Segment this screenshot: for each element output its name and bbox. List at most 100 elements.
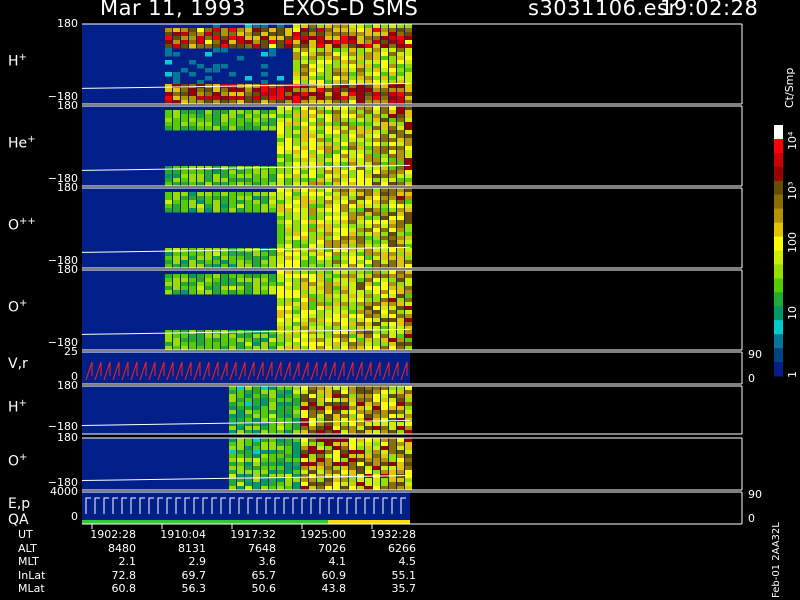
spectrogram-cell — [253, 442, 260, 447]
spectrogram-cell — [397, 330, 404, 335]
spectrogram-cell — [173, 334, 180, 339]
spectrogram-cell — [349, 322, 356, 327]
spectrogram-cell — [317, 68, 324, 73]
spectrogram-cell — [285, 462, 292, 467]
spectrogram-cell — [405, 88, 412, 93]
spectrogram-cell — [333, 232, 340, 237]
spectrogram-cell — [397, 334, 404, 339]
spectrogram-cell — [301, 260, 308, 265]
spectrogram-cell — [205, 282, 212, 287]
spectrogram-cell — [293, 196, 300, 201]
spectrogram-cell — [197, 204, 204, 209]
spectrogram-cell — [261, 40, 268, 45]
spectrogram-cell — [405, 330, 412, 335]
spectrogram-cell — [285, 426, 292, 431]
spectrogram-cell — [181, 84, 188, 89]
spectrogram-cell — [301, 188, 308, 193]
spectrogram-cell — [213, 92, 220, 97]
spectrogram-cell — [245, 110, 252, 115]
spectrogram-cell — [261, 122, 268, 127]
spectrogram-cell — [325, 36, 332, 41]
spectrogram-cell — [365, 290, 372, 295]
spectrogram-cell — [397, 88, 404, 93]
spectrogram-cell — [309, 478, 316, 483]
spectrogram-cell — [301, 342, 308, 347]
spectrogram-cell — [245, 208, 252, 213]
spectrogram-cell — [165, 28, 172, 33]
spectrogram-cell — [325, 134, 332, 139]
spectrogram-cell — [381, 438, 388, 443]
spectrogram-cell — [229, 96, 236, 101]
spectrogram-cell — [341, 92, 348, 97]
spectrogram-cell — [405, 118, 412, 123]
spectrogram-cell — [405, 438, 412, 443]
spectrogram-cell — [357, 60, 364, 65]
spectrogram-cell — [269, 418, 276, 423]
spectrogram-cell — [373, 84, 380, 89]
spectrogram-cell — [285, 458, 292, 463]
colorbar-swatch — [774, 278, 783, 293]
spectrogram-cell — [165, 48, 172, 53]
spectrogram-cell — [229, 462, 236, 467]
spectrogram-cell — [277, 310, 284, 315]
quality-flag-segment — [82, 520, 164, 524]
spectrogram-cell — [301, 146, 308, 151]
spectrogram-cell — [173, 84, 180, 89]
spectrogram-cell — [405, 178, 412, 183]
spectrogram-cell — [333, 236, 340, 241]
spectrogram-cell — [277, 106, 284, 111]
spectrogram-cell — [181, 118, 188, 123]
spectrogram-cell — [317, 154, 324, 159]
spectrogram-cell — [165, 282, 172, 287]
spectrogram-cell — [381, 260, 388, 265]
spectrogram-cell — [309, 232, 316, 237]
colorbar-tick-label: 10³ — [786, 181, 799, 200]
spectrogram-cell — [333, 96, 340, 101]
spectrogram-cell — [317, 192, 324, 197]
spectrogram-cell — [309, 394, 316, 399]
spectrogram-cell — [317, 40, 324, 45]
spectrogram-cell — [237, 446, 244, 451]
spectrogram-cell — [365, 252, 372, 257]
spectrogram-cell — [389, 338, 396, 343]
spectrogram-cell — [245, 40, 252, 45]
spectrogram-cell — [397, 220, 404, 225]
spectrogram-cell — [301, 402, 308, 407]
spectrogram-cell — [405, 208, 412, 213]
spectrogram-cell — [229, 40, 236, 45]
spectrogram-cell — [381, 446, 388, 451]
spectrogram-cell — [277, 24, 284, 29]
spectrogram-cell — [221, 28, 228, 33]
spectrogram-cell — [301, 458, 308, 463]
spectrogram-cell — [309, 52, 316, 57]
spectrogram-cell — [205, 40, 212, 45]
spectrogram-cell — [277, 286, 284, 291]
spectrogram-cell — [277, 318, 284, 323]
spectrogram-cell — [397, 446, 404, 451]
spectrogram-cell — [317, 178, 324, 183]
spectrogram-cell — [317, 482, 324, 487]
spectrogram-cell — [333, 188, 340, 193]
spectrogram-cell — [165, 52, 172, 57]
spectrogram-cell — [213, 40, 220, 45]
spectrogram-cell — [317, 470, 324, 475]
spectrogram-cell — [341, 314, 348, 319]
spectrogram-cell — [285, 138, 292, 143]
spectrogram-cell — [221, 88, 228, 93]
spectrogram-cell — [365, 228, 372, 233]
spectrogram-cell — [277, 130, 284, 135]
spectrogram-cell — [373, 166, 380, 171]
spectrogram-cell — [237, 470, 244, 475]
spectrogram-cell — [237, 44, 244, 49]
spectrogram-cell — [357, 106, 364, 111]
spectrogram-cell — [397, 402, 404, 407]
spectrogram-cell — [325, 290, 332, 295]
spectrogram-cell — [285, 196, 292, 201]
spectrogram-cell — [405, 68, 412, 73]
spectrogram-cell — [301, 44, 308, 49]
spectrogram-cell — [213, 260, 220, 265]
spectrogram-cell — [389, 256, 396, 261]
spectrogram-cell — [277, 330, 284, 335]
spectrogram-cell — [237, 462, 244, 467]
spectrogram-cell — [285, 126, 292, 131]
